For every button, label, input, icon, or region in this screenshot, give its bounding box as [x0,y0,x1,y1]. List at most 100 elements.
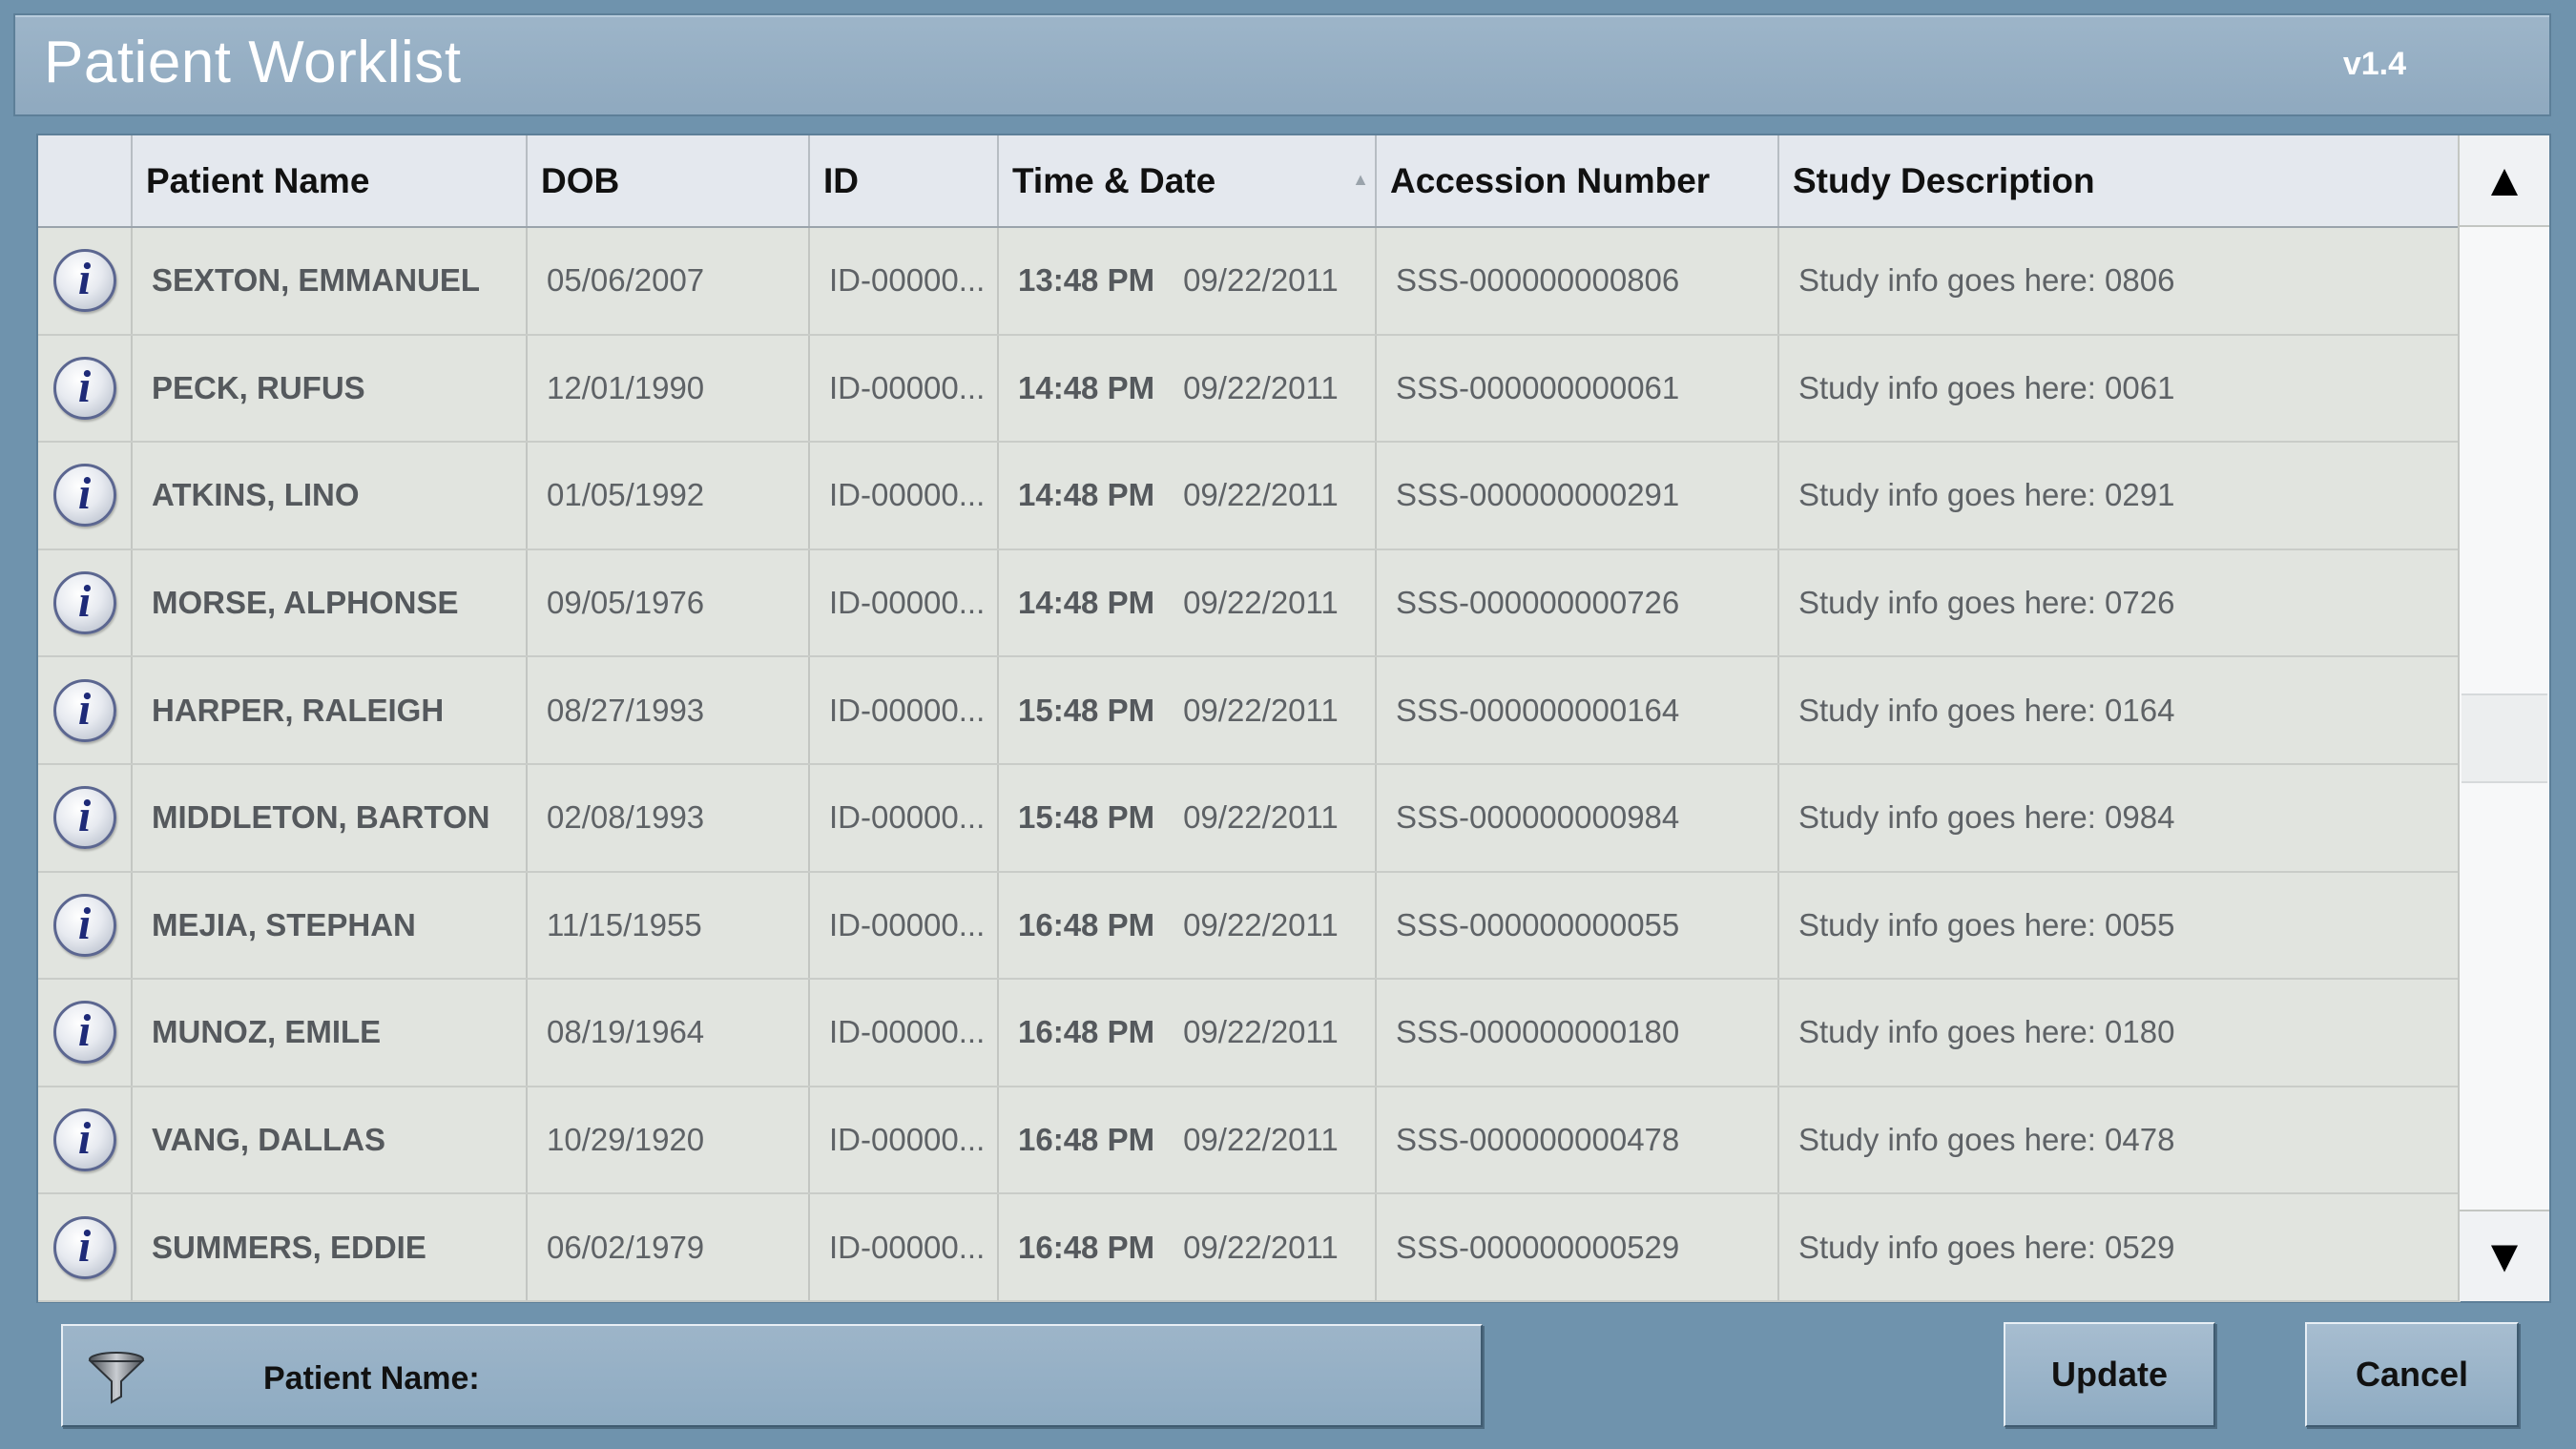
date-value: 09/22/2011 [1183,369,1339,405]
info-cell[interactable]: i [38,763,133,873]
info-cell[interactable]: i [38,871,133,981]
date-value: 09/22/2011 [1183,262,1339,299]
funnel-icon [88,1352,145,1404]
table-row[interactable]: i SEXTON, EMMANUEL 05/06/2007 ID-00000... 13… [38,227,2461,336]
time-date-cell: 16:48 PM 09/22/2011 [998,1086,1377,1195]
id-cell: ID-00000... [809,227,999,336]
time-date-cell: 15:48 PM 09/22/2011 [998,763,1377,873]
table-row[interactable]: i MORSE, ALPHONSE 09/05/1976 ID-00000... 14:… [38,549,2461,658]
dob-cell: 09/05/1976 [527,549,810,658]
update-button[interactable]: Update [2004,1322,2215,1427]
table-row[interactable]: i PECK, RUFUS 12/01/1990 ID-00000... 14:48 P… [38,334,2461,444]
triangle-up-icon: ▲ [2482,155,2527,206]
info-cell[interactable]: i [38,334,133,444]
title-bar: Patient Worklist v1.4 [13,13,2551,116]
worklist-table: Patient Name DOB ID Time & Date ▲ Access… [38,135,2461,1302]
table-row[interactable]: i ATKINS, LINO 01/05/1992 ID-00000... 14:48 … [38,442,2461,550]
date-value: 09/22/2011 [1183,477,1339,513]
dob-cell: 02/08/1993 [527,763,810,873]
patient-name-cell: SUMMERS, EDDIE [132,1193,528,1302]
info-icon[interactable]: i [52,356,116,420]
time-value: 16:48 PM [1018,906,1155,942]
study-description-cell: Study info goes here: 0806 [1778,227,2461,336]
column-header-study-description[interactable]: Study Description [1778,135,2461,228]
sort-ascending-icon: ▲ [1352,170,1369,189]
time-value: 13:48 PM [1018,262,1155,299]
patient-name-cell: MIDDLETON, BARTON [132,763,528,873]
filter-label: Patient Name: [263,1360,480,1397]
scrollbar-thumb[interactable] [2462,693,2547,783]
time-date-cell: 16:48 PM 09/22/2011 [998,871,1377,981]
info-cell[interactable]: i [38,227,133,336]
id-cell: ID-00000... [809,979,999,1087]
patient-name-input[interactable] [540,1349,1456,1406]
info-icon[interactable]: i [52,249,116,313]
accession-number-cell: SSS-000000000726 [1376,549,1779,658]
column-header-id[interactable]: ID [809,135,999,228]
accession-number-cell: SSS-000000000164 [1376,656,1779,765]
info-cell[interactable]: i [38,442,133,550]
accession-number-cell: SSS-000000000061 [1376,334,1779,444]
info-icon[interactable]: i [52,464,116,528]
info-cell[interactable]: i [38,656,133,765]
dob-cell: 05/06/2007 [527,227,810,336]
accession-number-cell: SSS-000000000984 [1376,763,1779,873]
info-icon[interactable]: i [52,1215,116,1279]
info-icon[interactable]: i [52,786,116,850]
accession-number-cell: SSS-000000000291 [1376,442,1779,550]
scroll-down-button[interactable]: ▼ [2460,1210,2549,1301]
dob-cell: 10/29/1920 [527,1086,810,1195]
dob-cell: 11/15/1955 [527,871,810,981]
date-value: 09/22/2011 [1183,692,1339,728]
dob-cell: 08/19/1964 [527,979,810,1087]
info-icon[interactable]: i [52,1108,116,1172]
table-row[interactable]: i HARPER, RALEIGH 08/27/1993 ID-00000... 15:… [38,656,2461,765]
patient-name-filter-bar[interactable]: Patient Name: [61,1324,1483,1427]
info-icon[interactable]: i [52,571,116,635]
accession-number-cell: SSS-000000000055 [1376,871,1779,981]
column-header-accession-number[interactable]: Accession Number [1376,135,1779,228]
info-cell[interactable]: i [38,1193,133,1302]
dob-cell: 12/01/1990 [527,334,810,444]
worklist-grid: Patient Name DOB ID Time & Date ▲ Access… [36,134,2551,1303]
study-description-cell: Study info goes here: 0726 [1778,549,2461,658]
time-value: 16:48 PM [1018,1122,1155,1158]
time-date-cell: 15:48 PM 09/22/2011 [998,656,1377,765]
study-description-cell: Study info goes here: 0291 [1778,442,2461,550]
scroll-up-button[interactable]: ▲ [2460,135,2549,227]
study-description-cell: Study info goes here: 0180 [1778,979,2461,1087]
info-cell[interactable]: i [38,549,133,658]
patient-name-cell: MUNOZ, EMILE [132,979,528,1087]
column-header-patient-name[interactable]: Patient Name [132,135,528,228]
table-row[interactable]: i MIDDLETON, BARTON 02/08/1993 ID-00000... 1… [38,763,2461,873]
info-cell[interactable]: i [38,979,133,1087]
vertical-scrollbar[interactable]: ▲ ▼ [2458,135,2549,1301]
info-icon[interactable]: i [52,893,116,957]
table-row[interactable]: i VANG, DALLAS 10/29/1920 ID-00000... 16:48 … [38,1086,2461,1195]
study-description-cell: Study info goes here: 0055 [1778,871,2461,981]
time-date-cell: 14:48 PM 09/22/2011 [998,442,1377,550]
info-cell[interactable]: i [38,1086,133,1195]
study-description-cell: Study info goes here: 0984 [1778,763,2461,873]
table-row[interactable]: i MEJIA, STEPHAN 11/15/1955 ID-00000... 16:4… [38,871,2461,981]
accession-number-cell: SSS-000000000180 [1376,979,1779,1087]
study-description-cell: Study info goes here: 0478 [1778,1086,2461,1195]
cancel-button[interactable]: Cancel [2305,1322,2519,1427]
id-cell: ID-00000... [809,1086,999,1195]
date-value: 09/22/2011 [1183,906,1339,942]
dob-cell: 08/27/1993 [527,656,810,765]
id-cell: ID-00000... [809,871,999,981]
info-icon[interactable]: i [52,1001,116,1065]
table-row[interactable]: i SUMMERS, EDDIE 06/02/1979 ID-00000... 16:4… [38,1193,2461,1302]
time-value: 16:48 PM [1018,1229,1155,1265]
accession-number-cell: SSS-000000000806 [1376,227,1779,336]
column-header-dob[interactable]: DOB [527,135,810,228]
column-header-time-date[interactable]: Time & Date ▲ [998,135,1377,228]
table-row[interactable]: i MUNOZ, EMILE 08/19/1964 ID-00000... 16:48 … [38,979,2461,1087]
info-icon[interactable]: i [52,678,116,742]
accession-number-cell: SSS-000000000529 [1376,1193,1779,1302]
version-label: v1.4 [2342,46,2406,82]
accession-number-cell: SSS-000000000478 [1376,1086,1779,1195]
id-cell: ID-00000... [809,442,999,550]
patient-name-cell: MORSE, ALPHONSE [132,549,528,658]
